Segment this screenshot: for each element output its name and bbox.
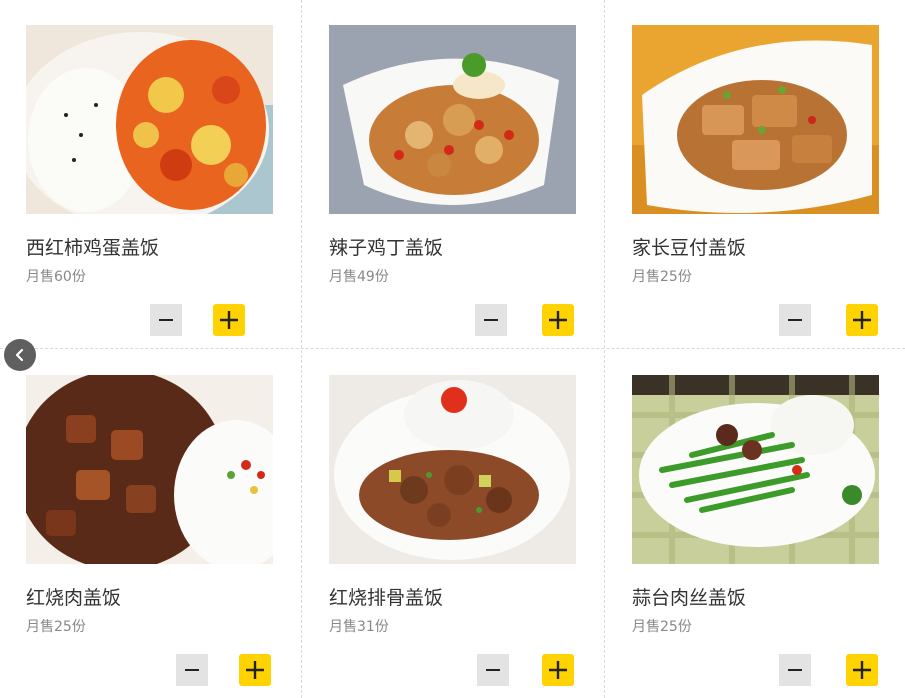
decrease-quantity-button[interactable] <box>779 304 811 336</box>
dish-card: 家长豆付盖饭 月售25份 <box>606 0 905 349</box>
decrease-quantity-button[interactable] <box>475 304 507 336</box>
dish-name: 红烧排骨盖饭 <box>329 587 444 609</box>
plus-icon <box>549 311 567 329</box>
minus-icon <box>788 669 802 671</box>
minus-icon <box>185 669 199 671</box>
dish-photo[interactable] <box>26 25 273 214</box>
dish-card: 红烧肉盖饭 月售25份 <box>0 350 303 698</box>
dish-photo[interactable] <box>329 375 576 564</box>
minus-icon <box>484 319 498 321</box>
previous-page-button[interactable] <box>4 339 36 371</box>
decrease-quantity-button[interactable] <box>150 304 182 336</box>
decrease-quantity-button[interactable] <box>779 654 811 686</box>
plus-icon <box>220 311 238 329</box>
increase-quantity-button[interactable] <box>846 304 878 336</box>
dish-name: 红烧肉盖饭 <box>26 587 122 609</box>
home-style-tofu-rice-image <box>632 25 879 214</box>
decrease-quantity-button[interactable] <box>176 654 208 686</box>
dish-card: 辣子鸡丁盖饭 月售49份 <box>303 0 606 349</box>
dish-monthly-sales: 月售31份 <box>329 619 389 635</box>
plus-icon <box>246 661 264 679</box>
dish-photo[interactable] <box>329 25 576 214</box>
plus-icon <box>853 661 871 679</box>
braised-ribs-rice-image <box>329 375 576 564</box>
dish-photo[interactable] <box>632 375 879 564</box>
dish-monthly-sales: 月售25份 <box>632 619 692 635</box>
dish-monthly-sales: 月售25份 <box>26 619 86 635</box>
dish-card: 蒜台肉丝盖饭 月售25份 <box>606 350 905 698</box>
spicy-chicken-rice-image <box>329 25 576 214</box>
minus-icon <box>788 319 802 321</box>
increase-quantity-button[interactable] <box>542 304 574 336</box>
dish-card: 红烧排骨盖饭 月售31份 <box>303 350 606 698</box>
dish-monthly-sales: 月售60份 <box>26 269 86 285</box>
dish-monthly-sales: 月售49份 <box>329 269 389 285</box>
increase-quantity-button[interactable] <box>239 654 271 686</box>
dish-monthly-sales: 月售25份 <box>632 269 692 285</box>
braised-pork-rice-image <box>26 375 273 564</box>
plus-icon <box>549 661 567 679</box>
dish-grid: 西红柿鸡蛋盖饭 月售60份 辣子鸡丁盖饭 月售49份 家长豆付盖饭 月售25份 … <box>0 0 905 698</box>
minus-icon <box>159 319 173 321</box>
tomato-egg-rice-image <box>26 25 273 214</box>
dish-card: 西红柿鸡蛋盖饭 月售60份 <box>0 0 303 349</box>
dish-name: 蒜台肉丝盖饭 <box>632 587 747 609</box>
chevron-left-icon <box>15 348 24 362</box>
dish-photo[interactable] <box>632 25 879 214</box>
dish-name: 辣子鸡丁盖饭 <box>329 237 444 259</box>
dish-photo[interactable] <box>26 375 273 564</box>
garlic-stem-pork-rice-image <box>632 375 879 564</box>
dish-name: 家长豆付盖饭 <box>632 237 747 259</box>
increase-quantity-button[interactable] <box>846 654 878 686</box>
minus-icon <box>486 669 500 671</box>
increase-quantity-button[interactable] <box>542 654 574 686</box>
decrease-quantity-button[interactable] <box>477 654 509 686</box>
dish-name: 西红柿鸡蛋盖饭 <box>26 237 160 259</box>
plus-icon <box>853 311 871 329</box>
increase-quantity-button[interactable] <box>213 304 245 336</box>
